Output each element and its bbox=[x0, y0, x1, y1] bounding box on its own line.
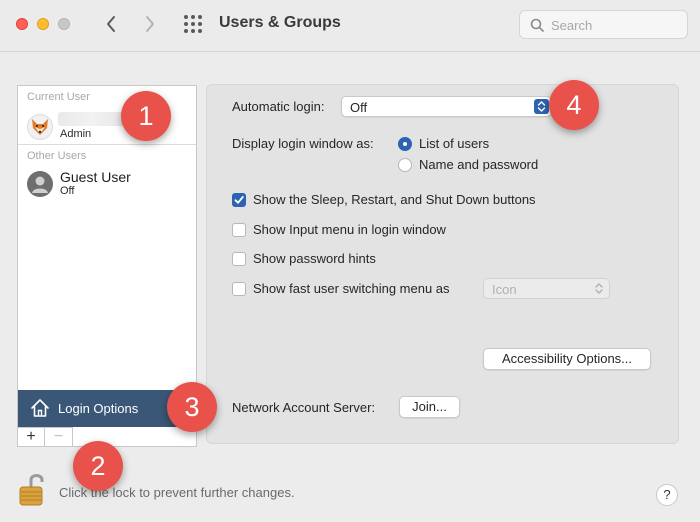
checkbox-hints-label: Show password hints bbox=[253, 251, 376, 266]
title-bar: Users & Groups bbox=[0, 0, 700, 52]
annotation-badge-1: 1 bbox=[121, 91, 171, 141]
login-options-label: Login Options bbox=[58, 401, 139, 416]
annotation-badge-4: 4 bbox=[549, 80, 599, 130]
checkbox-sleep-label: Show the Sleep, Restart, and Shut Down b… bbox=[253, 192, 536, 207]
grid-icon bbox=[184, 15, 202, 33]
checkmark-icon bbox=[234, 196, 244, 204]
current-user-role: Admin bbox=[60, 128, 92, 140]
unlocked-padlock-icon[interactable] bbox=[18, 470, 52, 508]
other-users-header: Other Users bbox=[27, 150, 87, 162]
checkbox-password-hints[interactable] bbox=[232, 252, 246, 266]
chevron-right-icon bbox=[146, 16, 154, 32]
annotation-badge-3: 3 bbox=[167, 382, 217, 432]
checkbox-fast-label: Show fast user switching menu as bbox=[253, 281, 450, 296]
join-button[interactable]: Join... bbox=[399, 396, 460, 418]
radio-name-and-password[interactable] bbox=[398, 158, 412, 172]
remove-user-button[interactable]: − bbox=[45, 428, 72, 446]
login-options-panel: Automatic login: Off Display login windo… bbox=[206, 84, 679, 444]
fox-avatar-icon bbox=[27, 114, 53, 140]
chevron-left-icon bbox=[107, 16, 115, 32]
back-button[interactable] bbox=[99, 12, 123, 36]
fast-switch-value: Icon bbox=[492, 282, 517, 297]
guest-user-row[interactable]: Guest User Off bbox=[18, 166, 196, 206]
divider bbox=[18, 144, 196, 145]
forward-button[interactable] bbox=[138, 12, 162, 36]
checkbox-sleep-restart[interactable] bbox=[232, 193, 246, 207]
checkbox-fast-switching[interactable] bbox=[232, 282, 246, 296]
redacted-username bbox=[58, 112, 126, 126]
annotation-badge-2: 2 bbox=[73, 441, 123, 491]
house-icon bbox=[31, 399, 49, 417]
network-account-label: Network Account Server: bbox=[232, 400, 376, 415]
add-user-button[interactable]: + bbox=[18, 428, 45, 446]
zoom-window-button[interactable] bbox=[58, 18, 70, 30]
close-window-button[interactable] bbox=[16, 18, 28, 30]
add-remove-control: + − bbox=[17, 427, 73, 447]
show-all-button[interactable] bbox=[182, 13, 204, 35]
user-silhouette-icon bbox=[27, 171, 53, 197]
search-field[interactable] bbox=[519, 10, 688, 39]
minimize-window-button[interactable] bbox=[37, 18, 49, 30]
automatic-login-label: Automatic login: bbox=[232, 99, 325, 114]
help-button[interactable]: ? bbox=[656, 484, 678, 506]
up-down-arrows-icon bbox=[595, 283, 603, 294]
fast-switch-popup[interactable]: Icon bbox=[483, 278, 610, 299]
automatic-login-popup[interactable]: Off bbox=[341, 96, 552, 117]
search-input[interactable] bbox=[551, 16, 681, 34]
automatic-login-value: Off bbox=[350, 100, 368, 115]
guest-user-name: Guest User bbox=[60, 169, 131, 185]
radio-list-label: List of users bbox=[419, 136, 490, 151]
window-title: Users & Groups bbox=[219, 14, 341, 31]
current-user-header: Current User bbox=[27, 91, 90, 103]
radio-name-label: Name and password bbox=[419, 157, 539, 172]
guest-user-status: Off bbox=[60, 185, 75, 197]
checkbox-input-menu[interactable] bbox=[232, 223, 246, 237]
display-login-label: Display login window as: bbox=[232, 136, 374, 151]
accessibility-options-button[interactable]: Accessibility Options... bbox=[483, 348, 651, 370]
checkbox-input-label: Show Input menu in login window bbox=[253, 222, 446, 237]
radio-list-of-users[interactable] bbox=[398, 137, 412, 151]
up-down-arrows-icon bbox=[534, 99, 549, 114]
search-icon bbox=[530, 18, 544, 32]
